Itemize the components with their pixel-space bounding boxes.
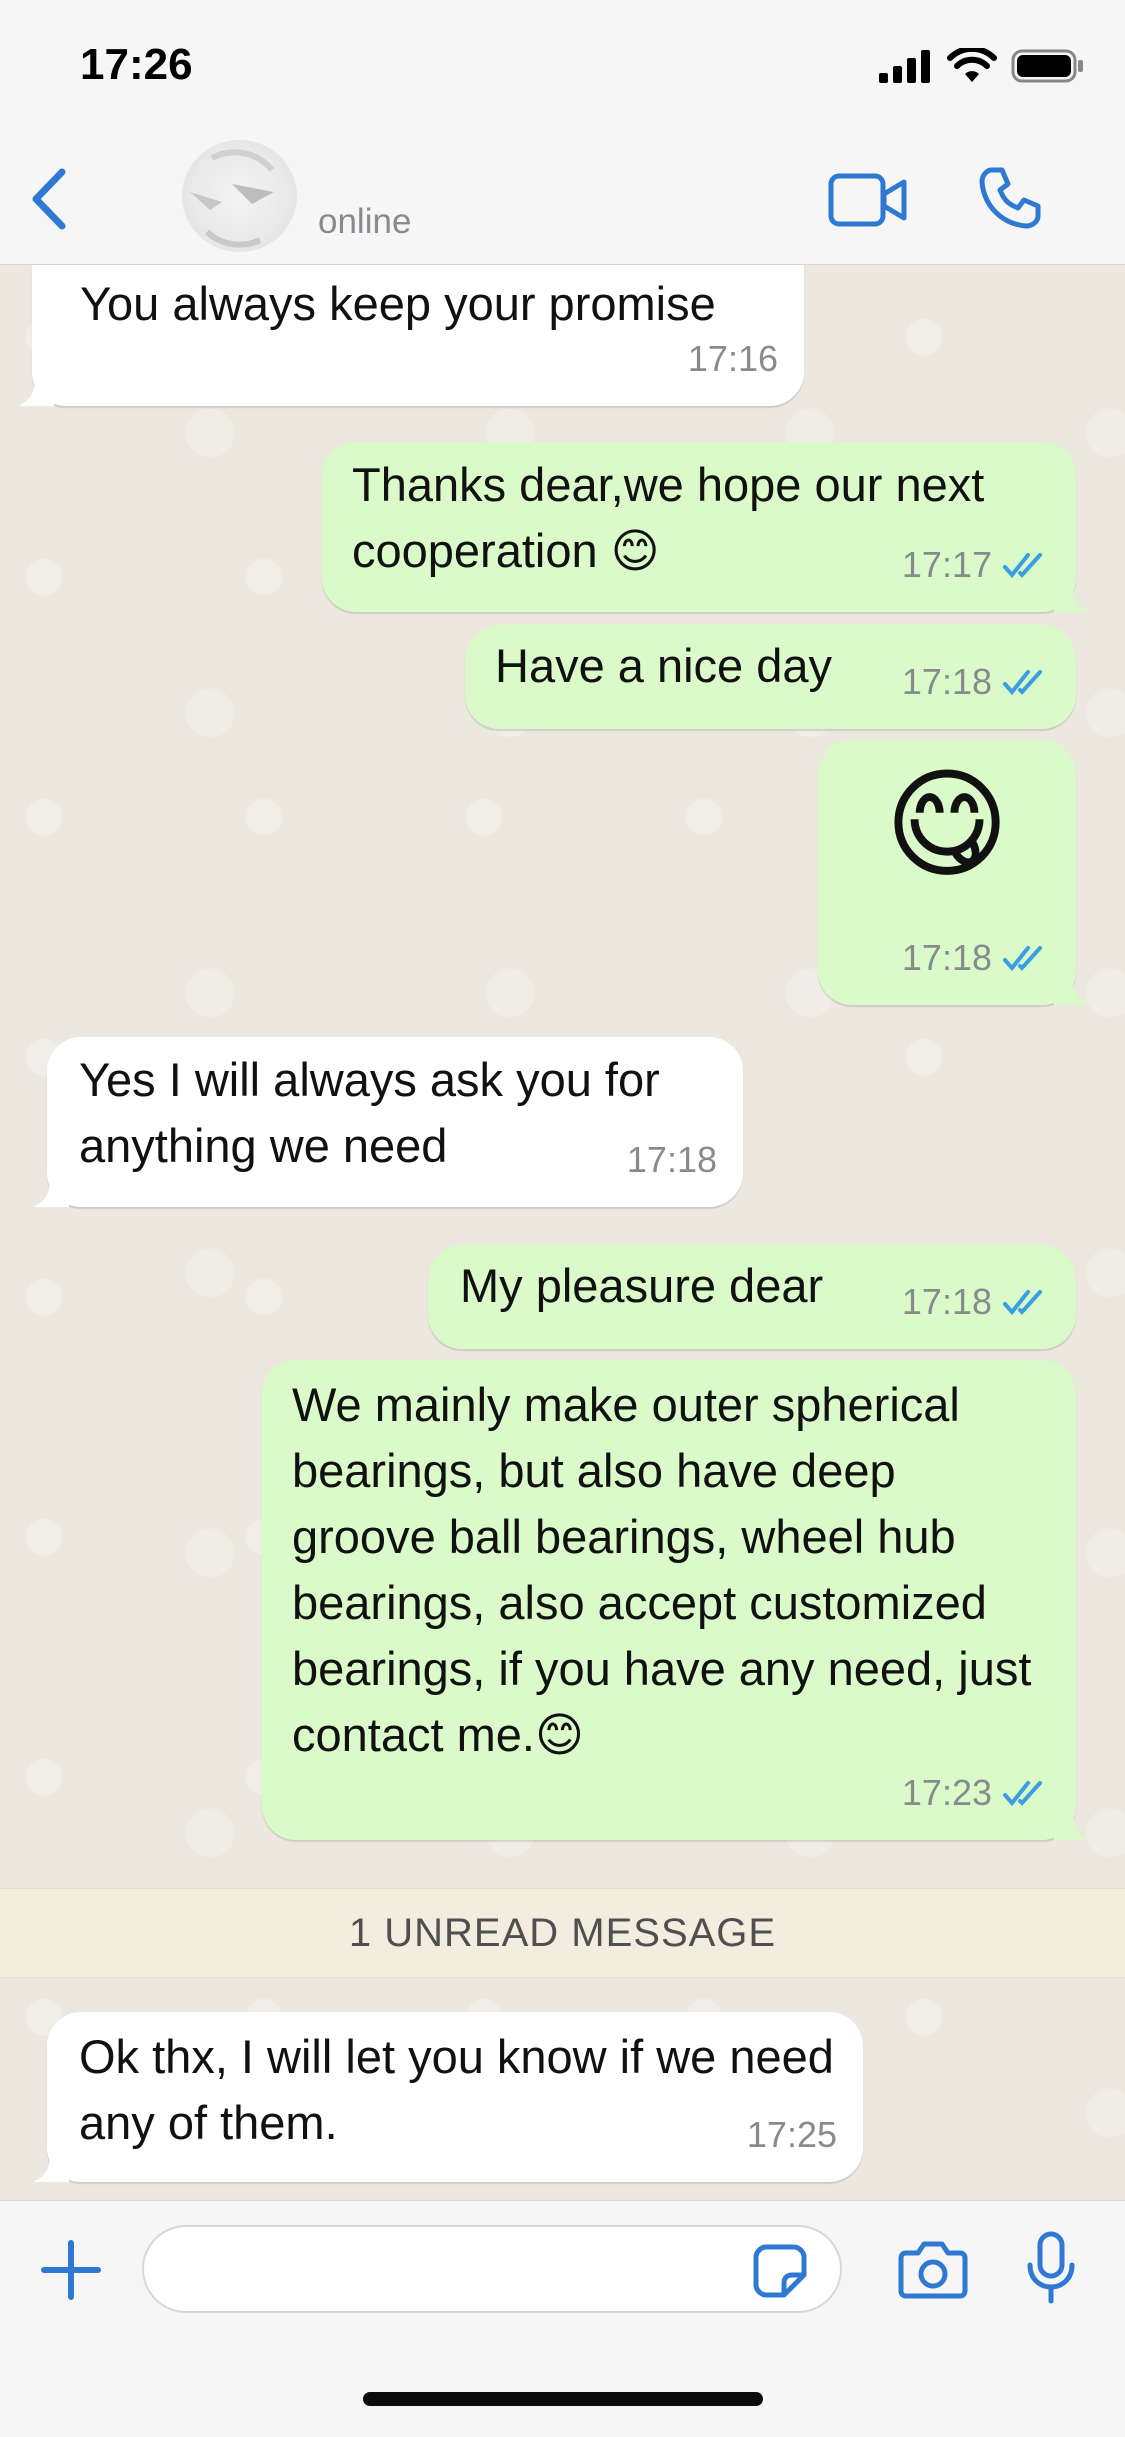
chat-header: online bbox=[0, 140, 1125, 265]
bubble-tail bbox=[18, 370, 54, 406]
message-list[interactable]: You always keep your promise 17:16 Thank… bbox=[0, 265, 1125, 2200]
message-meta: 17:16 bbox=[688, 326, 778, 392]
message-meta: 17:18 bbox=[902, 649, 1050, 715]
bubble-tail bbox=[1054, 969, 1090, 1005]
home-indicator bbox=[363, 2392, 763, 2406]
plus-icon[interactable] bbox=[38, 2237, 104, 2303]
message-incoming[interactable]: Ok thx, I will let you know if we need a… bbox=[33, 2012, 863, 2182]
double-check-icon bbox=[1003, 946, 1042, 972]
bubble-tail bbox=[1054, 1804, 1090, 1840]
message-meta: 17:18 bbox=[627, 1127, 717, 1193]
bubble-tail bbox=[33, 2146, 69, 2182]
message-text: Yes I will always ask you for anything w… bbox=[79, 1053, 660, 1172]
message-outgoing[interactable]: My pleasure dear 17:18 bbox=[428, 1245, 1076, 1349]
unread-banner-text: 1 UNREAD MESSAGE bbox=[348, 1910, 777, 1955]
message-text: We mainly make outer spherical bearings,… bbox=[292, 1378, 1032, 1761]
message-outgoing[interactable]: Thanks dear,we hope our next cooperation… bbox=[322, 442, 1090, 612]
message-time: 17:18 bbox=[901, 1281, 992, 1322]
message-meta: 17:18 bbox=[902, 1269, 1050, 1335]
message-meta: 17:17 bbox=[902, 532, 1050, 598]
bubble-tail bbox=[1054, 576, 1090, 612]
message-time: 17:18 bbox=[901, 937, 992, 978]
message-emoji: 😋 bbox=[884, 758, 1010, 892]
message-text: You always keep your promise bbox=[80, 277, 716, 330]
message-text: Ok thx, I will let you know if we need a… bbox=[79, 2030, 834, 2149]
bubble-tail bbox=[33, 1171, 69, 1207]
message-input[interactable] bbox=[142, 2225, 842, 2313]
double-check-icon bbox=[1003, 553, 1042, 579]
message-outgoing[interactable]: We mainly make outer spherical bearings,… bbox=[262, 1360, 1090, 1840]
wifi-icon bbox=[947, 48, 997, 82]
cellular-signal-icon bbox=[879, 50, 930, 83]
message-time: 17:16 bbox=[687, 338, 778, 379]
message-incoming[interactable]: Yes I will always ask you for anything w… bbox=[33, 1037, 743, 1207]
contact-avatar[interactable] bbox=[182, 140, 297, 252]
message-time: 17:17 bbox=[901, 544, 992, 585]
clock: 17:26 bbox=[80, 40, 193, 89]
microphone-icon[interactable] bbox=[1026, 2231, 1076, 2305]
message-time: 17:18 bbox=[626, 1139, 717, 1180]
double-check-icon bbox=[1003, 1290, 1042, 1316]
contact-status: online bbox=[318, 202, 412, 241]
video-call-icon[interactable] bbox=[828, 170, 908, 230]
message-outgoing-emoji[interactable]: 😋 17:18 bbox=[818, 740, 1090, 1005]
message-time: 17:25 bbox=[746, 2114, 837, 2155]
phone-call-icon[interactable] bbox=[978, 166, 1042, 230]
message-outgoing[interactable]: Have a nice day 17:18 bbox=[465, 625, 1076, 729]
message-meta: 17:18 bbox=[902, 925, 1050, 991]
double-check-icon bbox=[1003, 670, 1042, 696]
camera-icon[interactable] bbox=[898, 2239, 968, 2299]
status-bar: 17:26 bbox=[0, 0, 1125, 140]
message-meta: 17:25 bbox=[747, 2102, 837, 2168]
unread-banner: 1 UNREAD MESSAGE bbox=[0, 1888, 1125, 1978]
chevron-left-icon[interactable] bbox=[22, 164, 82, 234]
message-time: 17:23 bbox=[901, 1772, 992, 1813]
message-incoming[interactable]: You always keep your promise 17:16 bbox=[18, 265, 804, 406]
battery-icon bbox=[1011, 49, 1083, 83]
avatar-image-icon bbox=[190, 149, 275, 248]
message-time: 17:18 bbox=[901, 661, 992, 702]
double-check-icon bbox=[1003, 1781, 1042, 1807]
status-icons bbox=[877, 48, 1085, 84]
message-meta: 17:23 bbox=[902, 1760, 1050, 1826]
sticker-icon[interactable] bbox=[752, 2243, 808, 2299]
